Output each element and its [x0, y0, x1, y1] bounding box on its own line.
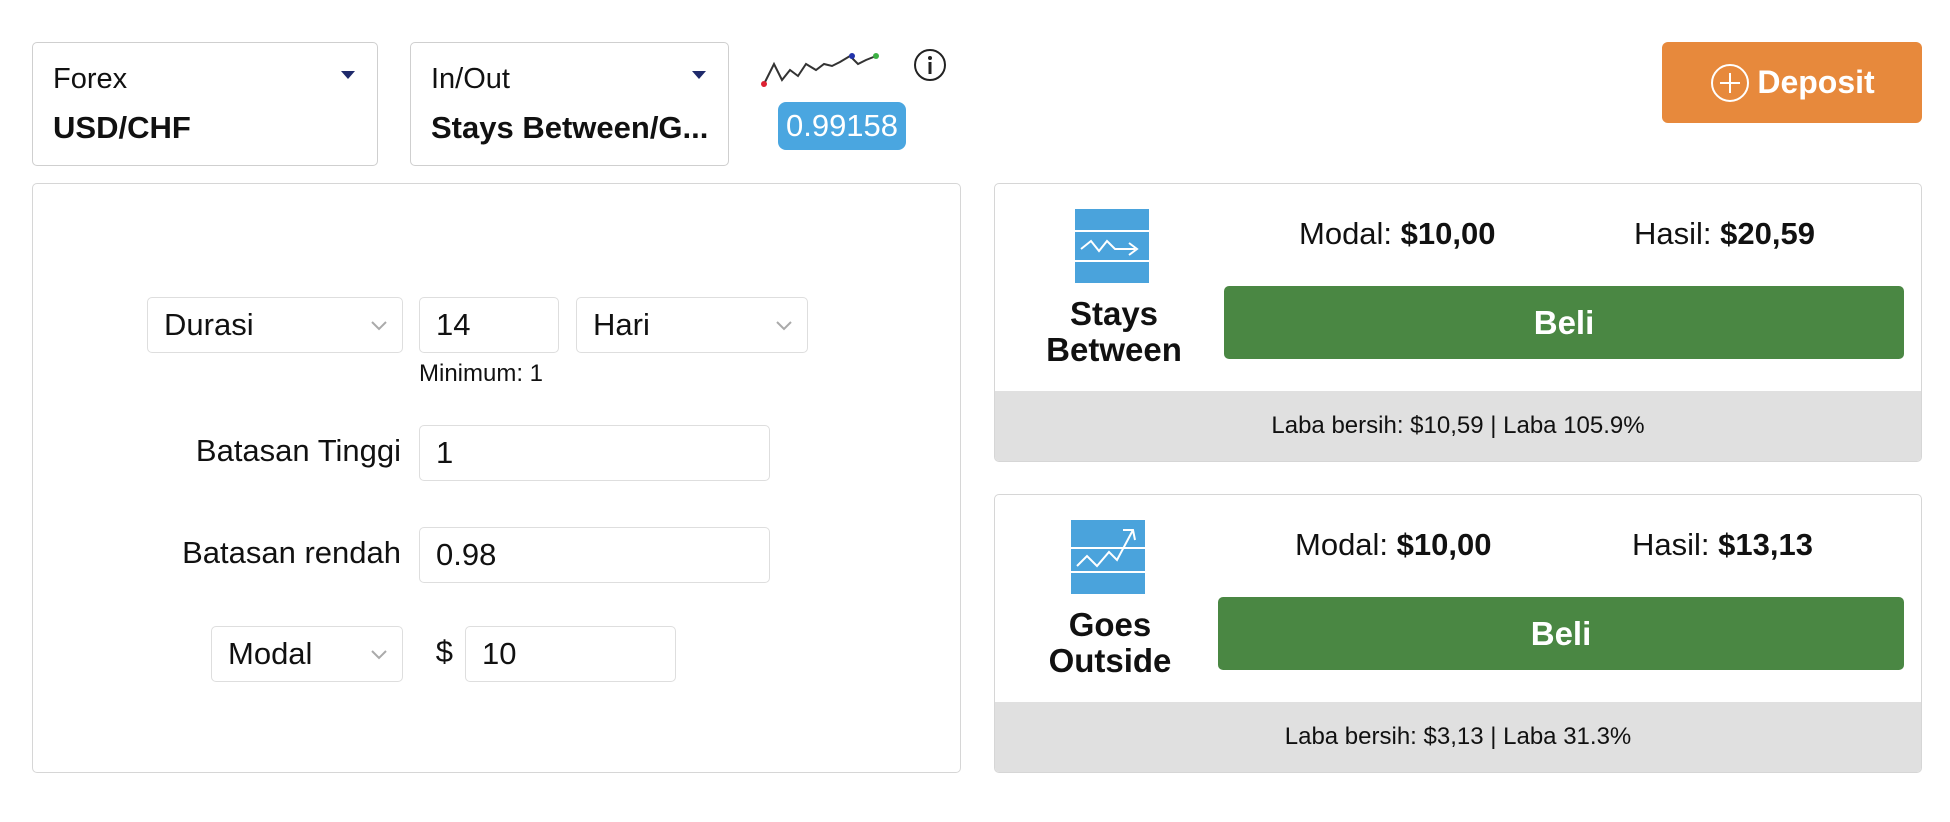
duration-unit-value: Hari	[593, 307, 650, 342]
amount-type-select[interactable]: Modal	[211, 626, 403, 682]
currency-symbol: $	[435, 634, 453, 669]
deposit-button[interactable]: Deposit	[1662, 42, 1922, 123]
hasil-label: Hasil:	[1634, 216, 1712, 251]
title-line: Goes	[1068, 606, 1152, 643]
chevron-down-icon	[371, 650, 387, 660]
trade-form-panel: Durasi 14 Hari Minimum: 1 Batasan Tinggi…	[32, 183, 961, 773]
stays-between-card: Stays Between Modal: $10,00 Hasil: $20,5…	[994, 183, 1922, 462]
asset-pair-value: USD/CHF	[53, 110, 191, 145]
upper-bound-input[interactable]: 1	[419, 425, 770, 481]
option-category-label: In/Out	[431, 63, 510, 95]
caret-down-icon	[341, 71, 355, 79]
modal-value: $10,00	[1400, 216, 1496, 251]
option-type-selector[interactable]: In/Out Stays Between/G...	[410, 42, 729, 166]
sparkline-chart-icon[interactable]	[760, 50, 884, 92]
title-line: Stays	[1069, 295, 1159, 332]
chevron-down-icon	[776, 321, 792, 331]
modal-label: Modal:	[1299, 216, 1393, 251]
stays-between-icon	[1075, 209, 1149, 283]
goes-outside-card: Goes Outside Modal: $10,00 Hasil: $13,13…	[994, 494, 1922, 773]
title-line: Outside	[1048, 642, 1172, 679]
asset-selector[interactable]: Forex USD/CHF	[32, 42, 378, 166]
amount-input[interactable]: 10	[465, 626, 676, 682]
upper-bound-label: Batasan Tinggi	[195, 433, 401, 468]
hasil-stat: Hasil: $13,13	[1632, 527, 1813, 563]
hasil-stat: Hasil: $20,59	[1634, 216, 1815, 252]
lower-bound-label: Batasan rendah	[182, 535, 401, 570]
goes-outside-title: Goes Outside	[1030, 607, 1190, 679]
info-icon[interactable]	[913, 48, 947, 82]
goes-outside-icon	[1071, 520, 1145, 594]
current-price-badge: 0.99158	[778, 102, 906, 150]
chevron-down-icon	[371, 321, 387, 331]
hasil-label: Hasil:	[1632, 527, 1710, 562]
hasil-value: $13,13	[1718, 527, 1813, 562]
modal-label: Modal:	[1295, 527, 1389, 562]
duration-input[interactable]: 14	[419, 297, 559, 353]
option-type-value: Stays Between/G...	[431, 110, 708, 145]
modal-stat: Modal: $10,00	[1295, 527, 1492, 563]
lower-bound-input[interactable]: 0.98	[419, 527, 770, 583]
duration-type-select[interactable]: Durasi	[147, 297, 403, 353]
modal-value: $10,00	[1396, 527, 1492, 562]
profit-summary: Laba bersih: $10,59 | Laba 105.9%	[995, 391, 1921, 461]
profit-summary: Laba bersih: $3,13 | Laba 31.3%	[995, 702, 1921, 772]
stays-between-title: Stays Between	[1034, 296, 1194, 368]
title-line: Between	[1046, 331, 1182, 368]
minimum-hint: Minimum: 1	[419, 360, 544, 387]
caret-down-icon	[692, 71, 706, 79]
duration-unit-select[interactable]: Hari	[576, 297, 808, 353]
hasil-value: $20,59	[1720, 216, 1815, 251]
asset-category-label: Forex	[53, 63, 128, 95]
plus-circle-icon	[1711, 63, 1750, 102]
buy-goes-outside-button[interactable]: Beli	[1218, 597, 1904, 670]
duration-type-value: Durasi	[164, 307, 254, 342]
buy-stays-between-button[interactable]: Beli	[1224, 286, 1904, 359]
deposit-label: Deposit	[1757, 64, 1875, 100]
modal-stat: Modal: $10,00	[1299, 216, 1496, 252]
amount-type-value: Modal	[228, 636, 313, 671]
